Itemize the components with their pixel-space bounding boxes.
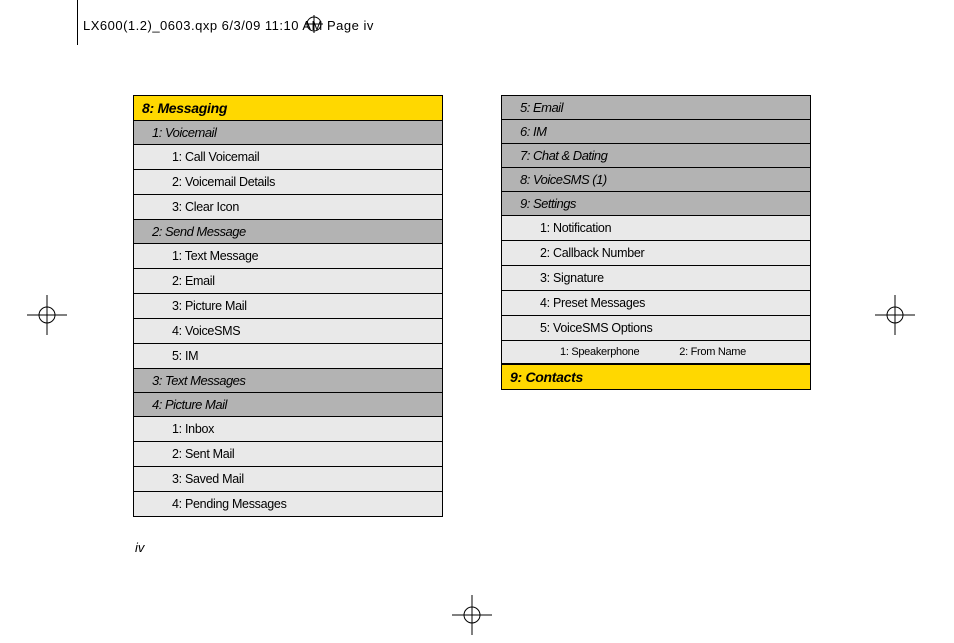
menu-item: 4: Preset Messages (501, 291, 811, 316)
sub-header: 6: IM (501, 120, 811, 144)
menu-item: 2: Callback Number (501, 241, 811, 266)
sub-header: 1: Voicemail (133, 121, 443, 145)
menu-item: 5: VoiceSMS Options (501, 316, 811, 341)
registration-mark-left (27, 295, 67, 335)
sub-header: 3: Text Messages (133, 369, 443, 393)
registration-mark-right (875, 295, 915, 335)
sub-item-row: 1: Speakerphone 2: From Name (501, 341, 811, 364)
sub-header: 4: Picture Mail (133, 393, 443, 417)
menu-item: 1: Call Voicemail (133, 145, 443, 170)
menu-item: 5: IM (133, 344, 443, 369)
registration-mark-top (305, 15, 323, 33)
menu-item: 1: Notification (501, 216, 811, 241)
menu-item: 2: Sent Mail (133, 442, 443, 467)
section-header-messaging: 8: Messaging (133, 95, 443, 121)
document-header: LX600(1.2)_0603.qxp 6/3/09 11:10 AM Page… (83, 18, 374, 33)
page-number: iv (135, 540, 144, 555)
section-header-contacts: 9: Contacts (501, 364, 811, 390)
menu-item: 2: Voicemail Details (133, 170, 443, 195)
column-right: 5: Email 6: IM 7: Chat & Dating 8: Voice… (501, 95, 811, 517)
menu-item: 3: Picture Mail (133, 294, 443, 319)
sub-item: 1: Speakerphone (560, 346, 639, 358)
menu-item: 4: VoiceSMS (133, 319, 443, 344)
menu-item: 4: Pending Messages (133, 492, 443, 517)
sub-header: 8: VoiceSMS (1) (501, 168, 811, 192)
menu-item: 1: Text Message (133, 244, 443, 269)
sub-header: 7: Chat & Dating (501, 144, 811, 168)
menu-item: 2: Email (133, 269, 443, 294)
content-area: 8: Messaging 1: Voicemail 1: Call Voicem… (133, 95, 813, 517)
column-left: 8: Messaging 1: Voicemail 1: Call Voicem… (133, 95, 443, 517)
sub-header: 9: Settings (501, 192, 811, 216)
menu-item: 3: Saved Mail (133, 467, 443, 492)
menu-item: 3: Clear Icon (133, 195, 443, 220)
sub-item: 2: From Name (679, 346, 746, 358)
sub-header: 2: Send Message (133, 220, 443, 244)
menu-item: 3: Signature (501, 266, 811, 291)
sub-header: 5: Email (501, 95, 811, 120)
registration-mark-bottom (452, 595, 492, 635)
crop-mark-top-line (77, 0, 78, 45)
menu-item: 1: Inbox (133, 417, 443, 442)
